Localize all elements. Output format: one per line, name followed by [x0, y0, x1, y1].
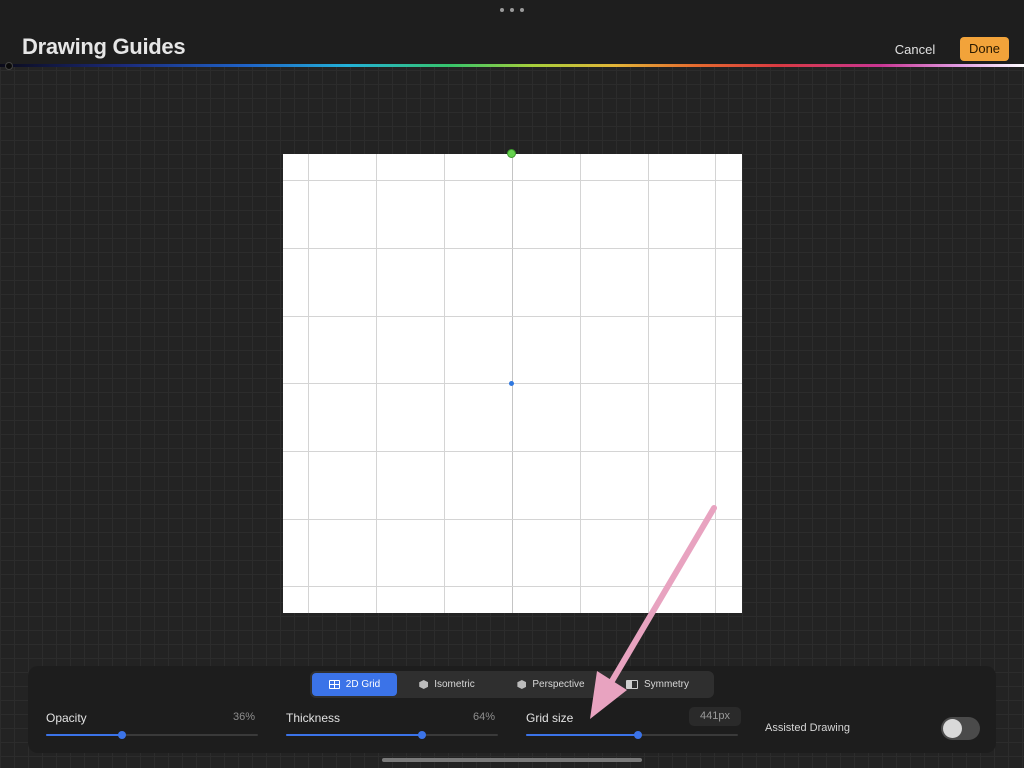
grid-size-value[interactable]: 441px	[689, 707, 741, 726]
opacity-label: Opacity	[46, 711, 87, 725]
tab-perspective[interactable]: Perspective	[497, 673, 605, 696]
opacity-value: 36%	[232, 711, 255, 723]
thickness-slider-knob[interactable]	[417, 731, 426, 739]
tab-symmetry[interactable]: Symmetry	[605, 673, 710, 696]
grid-icon	[328, 680, 340, 689]
tab-label: Symmetry	[644, 679, 689, 690]
thickness-value: 64%	[472, 711, 495, 723]
center-node-handle[interactable]	[509, 381, 514, 386]
toggle-thumb	[943, 719, 962, 738]
grid-size-label: Grid size	[526, 711, 574, 725]
assisted-drawing-label: Assisted Drawing	[765, 722, 850, 734]
rotation-handle[interactable]	[507, 149, 516, 158]
assisted-drawing-toggle[interactable]	[941, 717, 980, 740]
grid-size-slider-fill	[526, 734, 639, 736]
grid-size-slider[interactable]	[526, 731, 738, 739]
home-indicator[interactable]	[382, 758, 642, 762]
thickness-slider[interactable]	[286, 731, 498, 739]
guide-color-slider[interactable]	[0, 64, 1024, 67]
color-slider-handle[interactable]	[5, 62, 13, 70]
cancel-button[interactable]: Cancel	[888, 40, 942, 60]
tab-label: Perspective	[532, 679, 585, 690]
symmetry-icon	[626, 680, 638, 689]
hexagon-icon	[419, 680, 429, 689]
done-button[interactable]: Done	[960, 37, 1009, 61]
tab-isometric[interactable]: Isometric	[397, 673, 497, 696]
thickness-slider-fill	[286, 734, 422, 736]
opacity-slider-fill	[46, 734, 123, 736]
opacity-slider[interactable]	[46, 731, 258, 739]
more-options-icon[interactable]	[500, 6, 524, 14]
hexagon-icon	[517, 680, 527, 689]
tab-label: 2D Grid	[345, 679, 381, 690]
guide-type-selector: 2D Grid Isometric Perspective Symmetry	[310, 671, 714, 698]
thickness-label: Thickness	[286, 711, 341, 725]
page-title: Drawing Guides	[22, 34, 186, 59]
tab-label: Isometric	[434, 679, 475, 690]
tab-2d-grid[interactable]: 2D Grid	[312, 673, 397, 696]
